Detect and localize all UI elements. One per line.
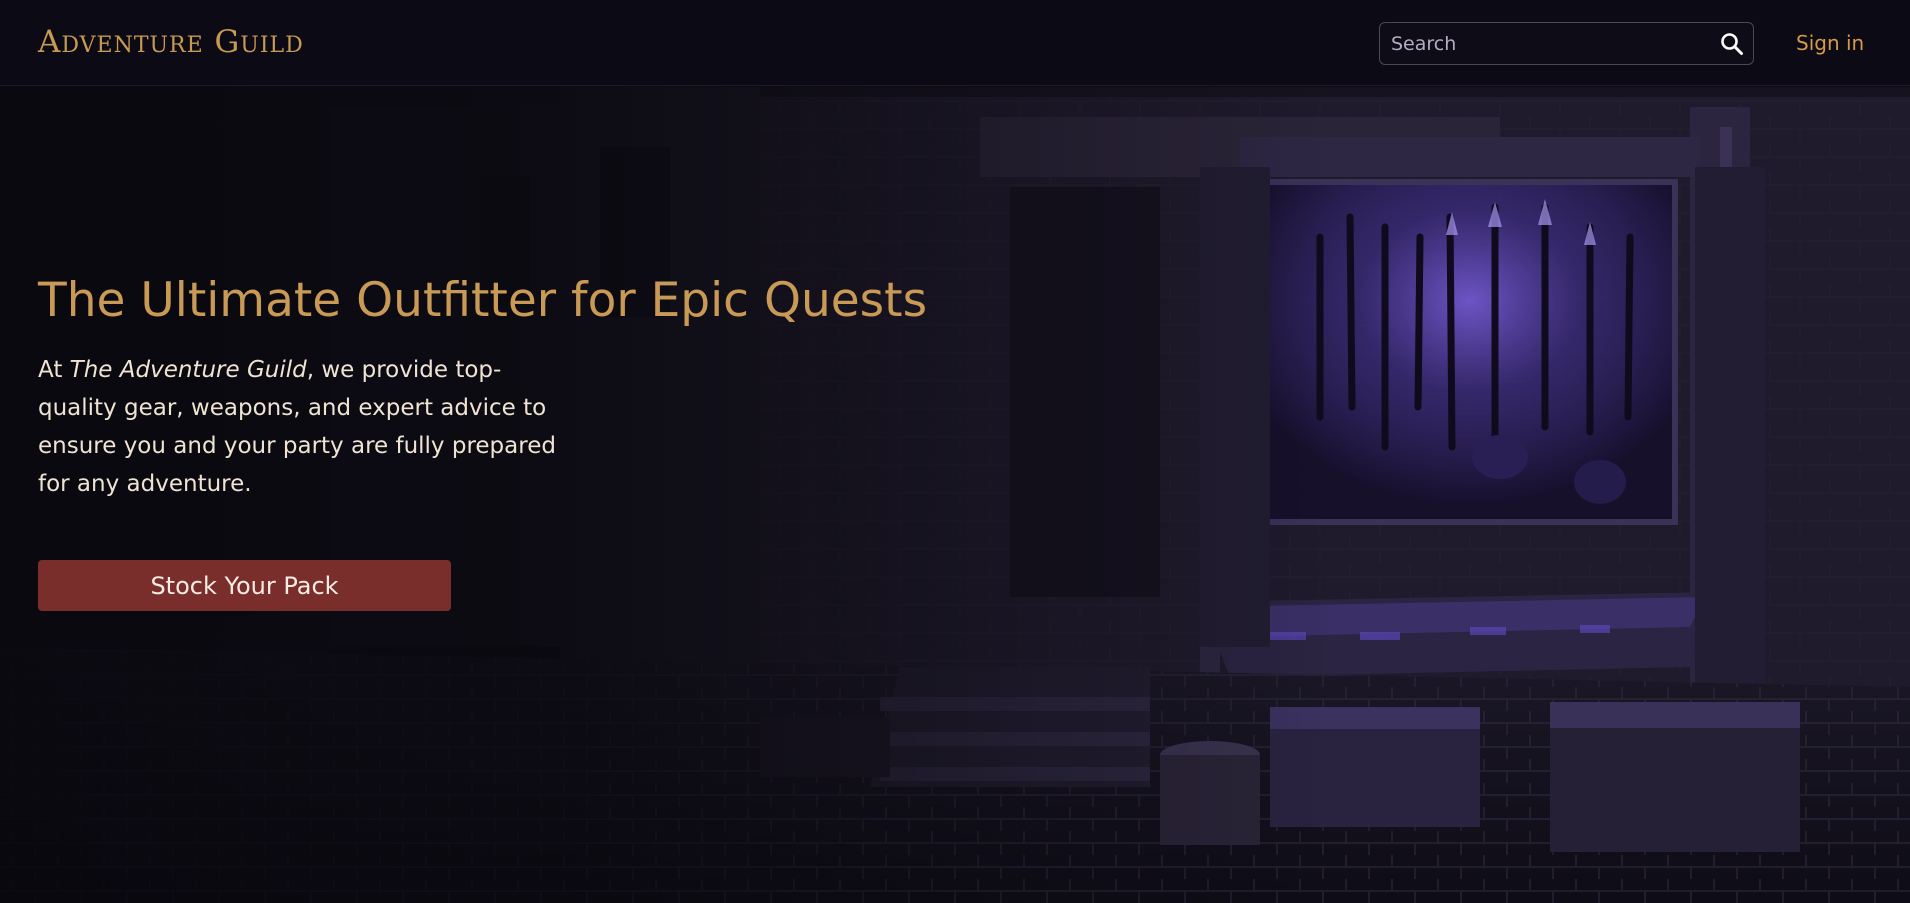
hero-description: At The Adventure Guild, we provide top-q… <box>38 351 573 503</box>
search-input[interactable] <box>1380 23 1710 64</box>
stock-your-pack-button[interactable]: Stock Your Pack <box>38 560 451 611</box>
site-header: Adventure Guild Sign in <box>0 0 1910 86</box>
hero-description-prefix: At <box>38 357 70 383</box>
page: Adventure Guild Sign in <box>0 0 1910 903</box>
hero-description-brand: The Adventure Guild <box>69 357 307 383</box>
search-icon[interactable] <box>1719 31 1745 57</box>
sign-in-link[interactable]: Sign in <box>1796 30 1864 56</box>
hero-section: The Ultimate Outfitter for Epic Quests A… <box>0 87 1910 903</box>
site-logo[interactable]: Adventure Guild <box>38 24 304 60</box>
search-box <box>1379 22 1754 65</box>
hero-title: The Ultimate Outfitter for Epic Quests <box>38 273 928 328</box>
